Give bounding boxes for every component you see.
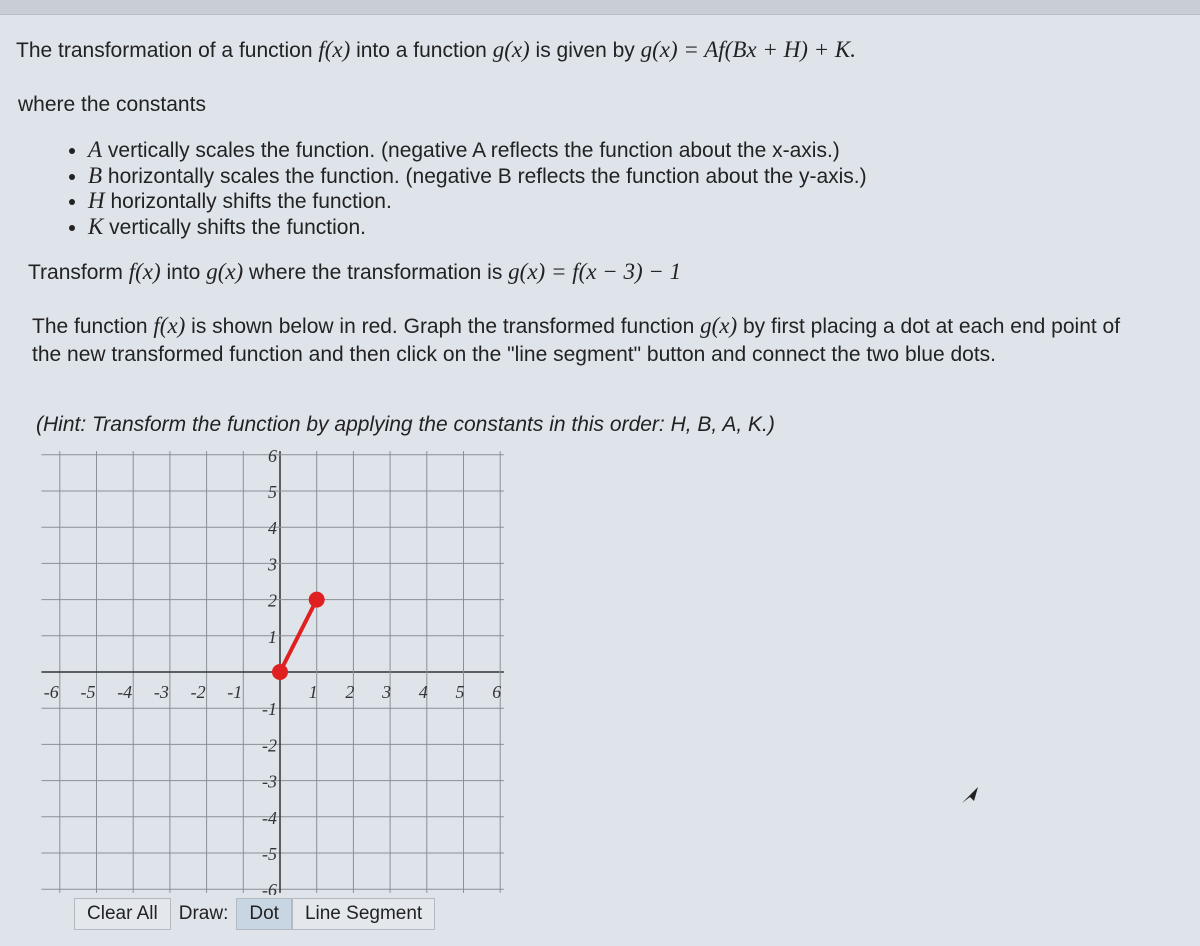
y-tick-label: 1 xyxy=(268,627,277,647)
x-tick-label: 4 xyxy=(419,682,428,702)
y-tick-label: -6 xyxy=(262,880,277,895)
hint-text: (Hint: Transform the function by applyin… xyxy=(36,413,775,436)
endpoint-dot xyxy=(308,591,325,608)
constants-list: A vertically scales the function. (negat… xyxy=(60,137,867,241)
x-tick-label: -6 xyxy=(44,682,59,702)
constant-item: A vertically scales the function. (negat… xyxy=(88,137,867,164)
y-tick-label: -2 xyxy=(262,735,277,755)
line-segment-button[interactable]: Line Segment xyxy=(291,898,436,930)
clear-all-button[interactable]: Clear All xyxy=(74,898,171,930)
constants-label: where the constants xyxy=(18,93,206,116)
instructions-text: The function f(x) is shown below in red.… xyxy=(32,313,1121,366)
x-tick-label: -3 xyxy=(154,682,169,702)
y-tick-label: 2 xyxy=(268,591,277,611)
constant-item: K vertically shifts the function. xyxy=(88,214,867,241)
x-tick-label: 3 xyxy=(381,682,391,702)
x-tick-label: 6 xyxy=(492,682,501,702)
y-tick-label: 6 xyxy=(268,446,277,466)
mouse-cursor-icon xyxy=(962,787,978,803)
x-tick-label: -4 xyxy=(117,682,132,702)
y-tick-label: 4 xyxy=(268,518,277,538)
intro-text: The transformation of a function f(x) in… xyxy=(16,37,856,62)
draw-toolbar: Clear All Draw: Dot Line Segment xyxy=(74,898,436,930)
x-tick-label: 5 xyxy=(456,682,465,702)
constant-item: H horizontally shifts the function. xyxy=(88,188,867,215)
x-tick-label: -2 xyxy=(191,682,206,702)
x-tick-label: -1 xyxy=(227,682,242,702)
x-tick-label: -5 xyxy=(81,682,96,702)
x-tick-label: 2 xyxy=(345,682,354,702)
y-tick-label: 5 xyxy=(268,482,277,502)
y-tick-label: -5 xyxy=(262,844,277,864)
endpoint-dot xyxy=(272,664,288,680)
y-tick-label: -4 xyxy=(262,808,277,828)
task-text: Transform f(x) into g(x) where the trans… xyxy=(28,259,682,284)
dot-tool-button[interactable]: Dot xyxy=(236,898,292,930)
y-tick-label: -1 xyxy=(262,699,277,719)
constant-item: B horizontally scales the function. (neg… xyxy=(88,163,867,190)
y-tick-label: -3 xyxy=(262,772,277,792)
y-tick-label: 3 xyxy=(267,554,277,574)
top-bar xyxy=(0,0,1200,15)
x-tick-label: 1 xyxy=(309,682,318,702)
coordinate-graph[interactable]: -6 -5 -4 -3 -2 -1 1 2 3 4 5 6 6 5 4 3 2 1 -1 -2 -3 -4 -5 -6 xyxy=(30,440,510,895)
draw-label: Draw: xyxy=(178,903,229,924)
